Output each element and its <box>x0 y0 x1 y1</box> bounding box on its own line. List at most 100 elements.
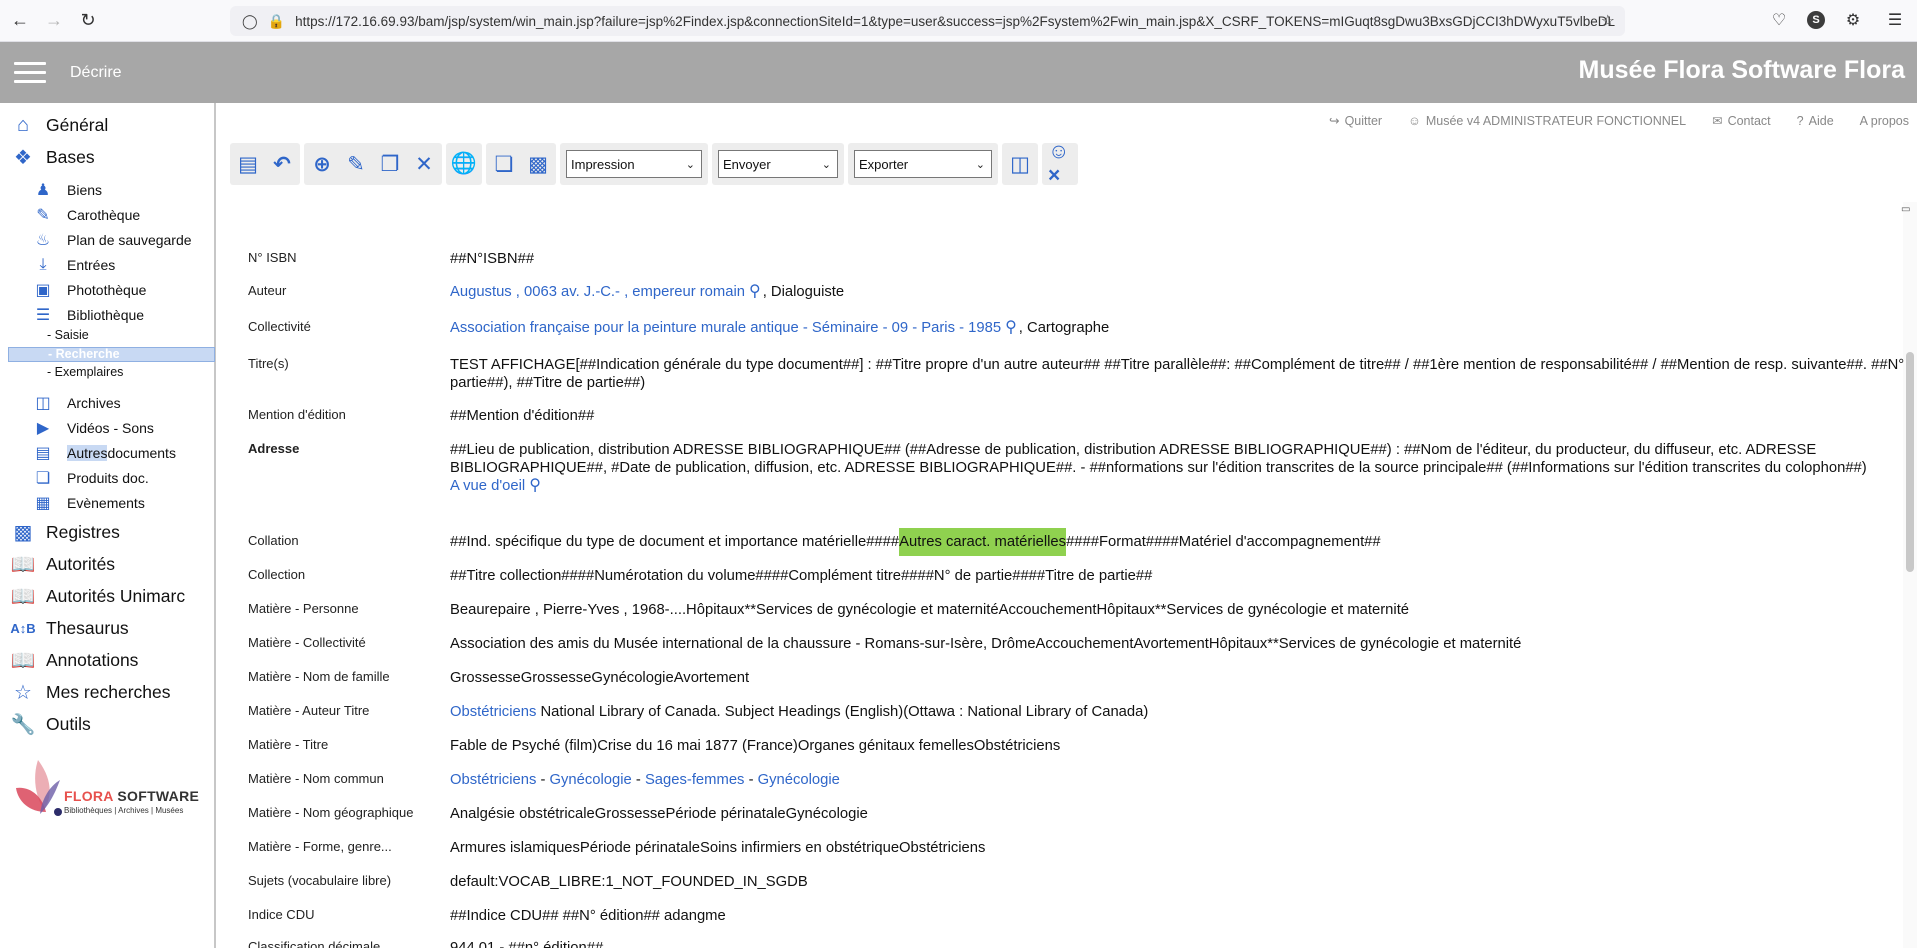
toolbar-group-user-remove: ☺× <box>1042 140 1078 187</box>
field-label: Mention d'édition <box>248 407 346 422</box>
brand-title: Musée Flora Software Flora <box>1578 56 1905 84</box>
sidebar-item-phototheque[interactable]: ▣ Photothèque <box>33 280 146 300</box>
list-view-icon[interactable]: ▤ <box>236 152 260 176</box>
field-label: Matière - Forme, genre... <box>248 839 392 854</box>
bookmark-star-icon[interactable]: ☆ <box>1601 11 1615 31</box>
field-label: Collation <box>248 533 299 548</box>
exporter-select[interactable]: Exporter ⌄ <box>854 150 992 178</box>
help-link[interactable]: ? Aide <box>1797 113 1834 128</box>
subject-link[interactable]: Gynécologie <box>758 772 840 788</box>
field-value-link[interactable]: Armures islamiquesPériode périnataleSoin… <box>450 839 1905 857</box>
field-value: TEST AFFICHAGE[##Indication générale du … <box>450 357 1905 391</box>
a-vue-doeil-link[interactable]: A vue d'oeil <box>450 478 525 494</box>
field-label: Adresse <box>248 441 300 456</box>
field-value-link[interactable]: Fable de Psyché (film)Crise du 16 mai 18… <box>450 737 1905 755</box>
undo-icon[interactable]: ↶ <box>270 152 294 176</box>
sidebar-item-mes-recherches[interactable]: ☆ Mes recherches <box>12 681 170 704</box>
hamburger-menu-icon[interactable] <box>14 62 46 84</box>
search-icon[interactable]: ⚲ <box>749 283 761 301</box>
display-icon[interactable]: ▩ <box>526 152 550 176</box>
sort-alpha-icon: A↕B <box>10 620 36 636</box>
field-label: Matière - Personne <box>248 601 359 616</box>
user-remove-icon[interactable]: ☺× <box>1048 140 1072 187</box>
sidebar-item-autres-documents[interactable]: ▤ Autres documents <box>33 443 176 463</box>
sidebar-item-autorites[interactable]: 📖 Autorités <box>11 553 116 576</box>
field-value-link[interactable]: Beaurepaire , Pierre-Yves , 1968-....Hôp… <box>450 601 1905 619</box>
basket-icon[interactable]: ◫ <box>1008 152 1032 176</box>
edit-pencil-icon[interactable]: ✎ <box>344 152 368 176</box>
calendar-icon: ▦ <box>35 495 51 512</box>
field-value: ##Mention d'édition## <box>450 408 595 424</box>
subject-link[interactable]: Sages-femmes <box>645 772 745 788</box>
sidebar-item-bibliotheque[interactable]: ☰ Bibliothèque <box>33 305 144 325</box>
address-bar[interactable]: ◯ 🔒 https://172.16.69.93/bam/jsp/system/… <box>230 6 1625 36</box>
field-label: Auteur <box>248 283 287 298</box>
delete-x-icon[interactable]: ✕ <box>412 152 436 176</box>
back-icon[interactable]: ← <box>6 7 34 35</box>
sidebar-item-archives[interactable]: ◫ Archives <box>33 393 120 413</box>
sidebar-item-biens[interactable]: ♟ Biens <box>33 180 102 200</box>
collectivite-link[interactable]: Association française pour la peinture m… <box>450 320 1001 336</box>
books-icon: ☰ <box>35 307 51 324</box>
url-text: https://172.16.69.93/bam/jsp/system/win_… <box>295 13 1615 29</box>
sidebar-item-produits-doc[interactable]: ❏ Produits doc. <box>33 468 149 488</box>
star-icon: ☆ <box>14 681 32 704</box>
field-value: 944.01 - ##n° édition## <box>450 940 604 948</box>
documents-icon[interactable]: ❏ <box>492 152 516 176</box>
pocket-icon[interactable]: ♡ <box>1765 6 1793 34</box>
open-book-icon: 📖 <box>10 649 36 672</box>
auteur-link[interactable]: Augustus , 0063 av. J.-C.- , empereur ro… <box>450 284 745 300</box>
sidebar-item-outils[interactable]: 🔧 Outils <box>11 713 91 736</box>
sidebar-item-exemplaires[interactable]: - Exemplaires <box>47 365 123 379</box>
impression-select[interactable]: Impression ⌄ <box>566 150 702 178</box>
globe-icon[interactable]: 🌐 <box>451 152 477 176</box>
search-icon[interactable]: ⚲ <box>1005 319 1017 337</box>
sidebar-item-carotheque[interactable]: ✎ Carothèque <box>33 205 140 225</box>
envoyer-select[interactable]: Envoyer ⌄ <box>718 150 838 178</box>
field-value-link[interactable]: Association des amis du Musée internatio… <box>450 635 1905 653</box>
sidebar-item-bases[interactable]: ❖ Bases <box>12 146 95 169</box>
search-icon[interactable]: ⚲ <box>529 477 541 495</box>
extinguisher-icon: ♨ <box>35 232 51 249</box>
reload-icon[interactable]: ↻ <box>74 7 102 35</box>
field-value-link[interactable]: Analgésie obstétricaleGrossessePériode p… <box>450 805 1905 823</box>
forward-icon[interactable]: → <box>40 7 68 35</box>
subject-link[interactable]: Obstétriciens <box>450 772 536 788</box>
sidebar-item-evenements[interactable]: ▦ Evènements <box>33 493 144 513</box>
extensions-icon[interactable]: ⚙ <box>1839 6 1867 34</box>
add-circle-icon[interactable]: ⊕ <box>310 152 334 176</box>
sidebar-item-autorites-unimarc[interactable]: 📖 Autorités Unimarc <box>10 585 186 608</box>
scrollbar-thumb[interactable] <box>1906 352 1914 572</box>
highlighted-text: Autres caract. matérielles <box>899 528 1067 556</box>
panel-toggle-icon[interactable]: ▭ <box>1901 204 1915 218</box>
sidebar-item-saisie[interactable]: - Saisie <box>47 328 89 342</box>
pen-icon: ✎ <box>36 207 50 224</box>
obstetriciens-link[interactable]: Obstétriciens <box>450 704 536 720</box>
sidebar-item-plan-sauvegarde[interactable]: ♨ Plan de sauvegarde <box>33 230 192 250</box>
sidebar-item-videos-sons[interactable]: ▶ Vidéos - Sons <box>33 418 154 438</box>
field-value: ##Ind. spécifique du type de document et… <box>450 528 1905 556</box>
field-value-link[interactable]: GrossesseGrossesseGynécologieAvortement <box>450 669 1905 687</box>
subject-link[interactable]: Gynécologie <box>550 772 632 788</box>
sidebar-item-annotations[interactable]: 📖 Annotations <box>10 649 139 672</box>
field-label: Collection <box>248 567 306 582</box>
quit-link[interactable]: ↪ Quitter <box>1329 113 1382 129</box>
open-book-icon: 📖 <box>10 585 36 608</box>
copy-icon[interactable]: ❐ <box>378 152 402 176</box>
section-title: Décrire <box>70 64 122 81</box>
user-link[interactable]: ☺ Musée v4 ADMINISTRATEUR FONCTIONNEL <box>1408 113 1686 128</box>
sidebar-item-thesaurus[interactable]: A↕B Thesaurus <box>10 617 128 639</box>
sidebar-item-general[interactable]: ⌂ Général <box>12 114 108 136</box>
lock-icon: 🔒 <box>267 12 286 29</box>
sidebar-item-recherche[interactable]: - Recherche <box>8 347 215 362</box>
contact-link[interactable]: ✉ Contact <box>1712 113 1771 129</box>
field-label: Collectivité <box>248 319 311 334</box>
field-label: Matière - Titre <box>248 737 329 752</box>
profile-avatar[interactable]: S <box>1807 11 1825 29</box>
home-icon: ⌂ <box>16 113 30 136</box>
sidebar-item-entrees[interactable]: ⤓ Entrées <box>33 255 115 275</box>
sidebar-item-registres[interactable]: ▩ Registres <box>12 521 120 544</box>
about-link[interactable]: A propos <box>1860 113 1909 128</box>
content-scrollbar[interactable] <box>1903 202 1917 948</box>
menu-icon[interactable]: ☰ <box>1881 6 1909 34</box>
